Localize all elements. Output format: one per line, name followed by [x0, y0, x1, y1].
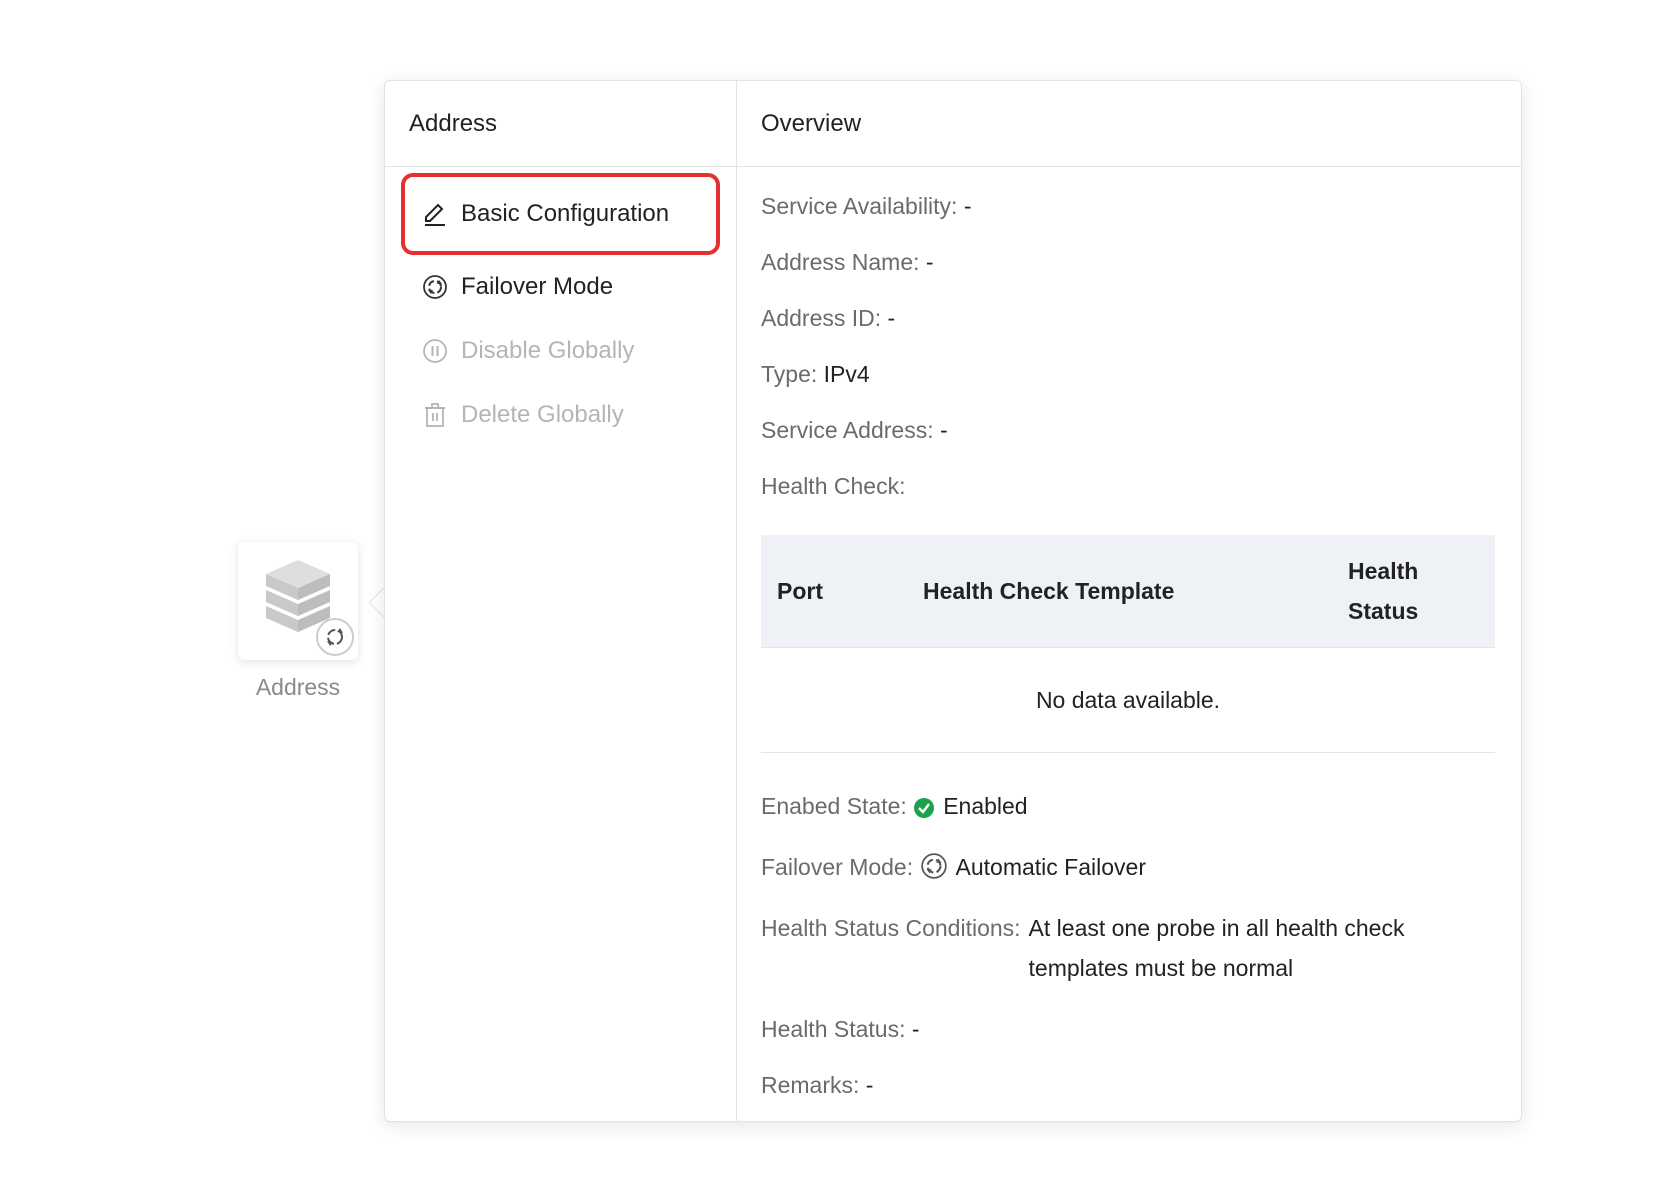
health-status-conditions-row: Health Status Conditions: At least one p…	[761, 913, 1497, 988]
basic-configuration-label: Basic Configuration	[461, 200, 670, 227]
field-label: Remarks:	[761, 1072, 860, 1098]
field-label: Service Address:	[761, 417, 934, 443]
overview-fields-2: Enabed State: Enabled Failover Mode: Aut…	[761, 791, 1497, 1100]
overview-fields: Service Availability: - Address Name: - …	[737, 191, 1521, 1100]
health-check-table: Port Health Check Template Health Status…	[761, 535, 1495, 753]
field-label: Health Status:	[761, 1016, 906, 1042]
field-label: Address Name:	[761, 249, 920, 275]
delete-globally-label: Delete Globally	[461, 401, 624, 428]
field-label: Failover Mode:	[761, 854, 914, 880]
address-popover: Address Basic Configuration Failover Mod…	[384, 80, 1522, 1122]
field-value: -	[911, 1016, 920, 1042]
overview-header: Overview	[737, 81, 1521, 167]
failover-mode-row: Failover Mode: Automatic Failover	[761, 852, 1497, 887]
address-id-row: Address ID: -	[761, 303, 1497, 333]
address-name-row: Address Name: -	[761, 247, 1497, 277]
pause-icon	[421, 337, 449, 365]
column-health-status: Health Status	[1348, 558, 1419, 624]
edit-icon	[421, 200, 449, 228]
field-value: -	[939, 417, 948, 443]
actions-header: Address	[385, 81, 736, 167]
field-value: Automatic Failover	[955, 854, 1146, 880]
service-address-row: Service Address: -	[761, 415, 1497, 445]
basic-configuration-button[interactable]: Basic Configuration	[401, 173, 720, 255]
column-port: Port	[777, 577, 823, 604]
field-value: At least one probe in all health check t…	[1028, 915, 1405, 981]
table-empty-message: No data available.	[761, 648, 1495, 753]
address-node[interactable]: Address	[238, 542, 362, 701]
field-label: Service Availability:	[761, 193, 958, 219]
table-header: Port Health Check Template Health Status	[761, 535, 1495, 648]
address-node-label: Address	[255, 674, 341, 700]
column-health-check-template: Health Check Template	[923, 577, 1175, 604]
actions-column: Address Basic Configuration Failover Mod…	[385, 81, 737, 1121]
field-label: Type:	[761, 361, 818, 387]
actions-menu: Basic Configuration Failover Mode Disabl…	[385, 167, 736, 447]
health-status-row: Health Status: -	[761, 1014, 1497, 1044]
service-availability-row: Service Availability: -	[761, 191, 1497, 221]
field-label: Health Status Conditions:	[761, 915, 1021, 941]
health-check-row: Health Check:	[761, 471, 1497, 501]
field-value: -	[963, 193, 972, 219]
failover-mode-label: Failover Mode	[461, 273, 614, 300]
field-value: -	[887, 305, 896, 331]
address-node-card[interactable]	[238, 542, 358, 660]
trash-icon	[421, 401, 449, 429]
field-value: Enabled	[943, 793, 1028, 819]
field-label: Enabed State:	[761, 793, 907, 819]
failover-icon	[920, 852, 948, 887]
field-value: IPv4	[823, 361, 870, 387]
field-label: Address ID:	[761, 305, 882, 331]
field-value: -	[925, 249, 934, 275]
delete-globally-button[interactable]: Delete Globally	[401, 383, 720, 447]
field-label: Health Check:	[761, 473, 906, 499]
remarks-row: Remarks: -	[761, 1070, 1497, 1100]
check-circle-icon	[913, 796, 935, 826]
type-row: Type: IPv4	[761, 359, 1497, 389]
disable-globally-button[interactable]: Disable Globally	[401, 319, 720, 383]
field-value: -	[865, 1072, 874, 1098]
failover-badge-icon	[316, 618, 354, 656]
disable-globally-label: Disable Globally	[461, 337, 635, 364]
failover-mode-button[interactable]: Failover Mode	[401, 255, 720, 319]
failover-icon	[421, 273, 449, 301]
overview-column: Overview Service Availability: - Address…	[737, 81, 1521, 1121]
enabled-state-row: Enabed State: Enabled	[761, 791, 1497, 826]
